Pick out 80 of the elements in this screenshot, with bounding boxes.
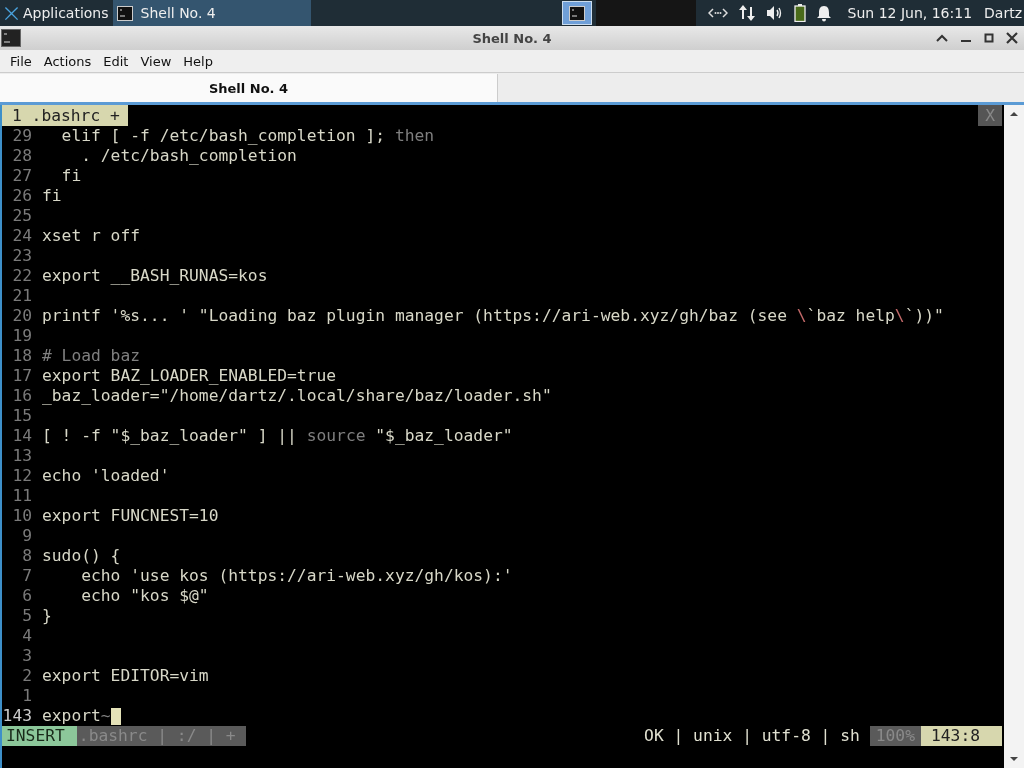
code-line: export~ [42, 706, 111, 726]
close-icon[interactable] [1006, 32, 1018, 44]
line-number: 21 [11, 286, 32, 306]
code-line: echo 'use kos (https://ari-web.xyz/gh/kos):' [80, 566, 513, 586]
cursor-position: 143:8 [921, 726, 1002, 746]
line-number: 11 [11, 486, 32, 506]
line-number: 16 [11, 386, 32, 406]
terminal-icon [1, 29, 21, 47]
line-number: 5 [21, 606, 32, 626]
file-info: OK | unix | utf-8 | sh [644, 726, 861, 746]
scrollbar[interactable] [1004, 105, 1024, 768]
line-number: 7 [21, 566, 32, 586]
line-number: 4 [21, 626, 32, 646]
taskbar-task[interactable]: Shell No. 4 [112, 0, 311, 26]
line-number: 19 [11, 326, 32, 346]
line-number: 27 [11, 166, 32, 186]
scroll-down-icon[interactable] [1009, 756, 1019, 762]
applications-menu[interactable]: Applications [0, 0, 113, 26]
menu-item[interactable]: Edit [97, 53, 135, 69]
maximize-icon[interactable] [984, 33, 994, 43]
code-line: printf '%s... ' "Loading baz plugin manager (https://ari-web.xyz/gh/baz (see \`baz help\`))" [42, 306, 944, 326]
line-number: 13 [11, 446, 32, 466]
terminal-icon [116, 5, 133, 21]
menu-item[interactable]: Actions [37, 53, 98, 69]
line-number: 24 [11, 226, 32, 246]
code-line: # Load baz [42, 346, 141, 366]
line-number: 143 [2, 706, 32, 726]
line-number: 9 [21, 526, 32, 546]
line-number: 6 [21, 586, 32, 606]
line-number: 23 [11, 246, 32, 266]
line-number: 2 [21, 666, 32, 686]
shade-icon[interactable] [936, 33, 948, 43]
code-line: . /etc/bash_completion [80, 146, 297, 166]
code-line: elif [ -f /etc/bash_completion ]; then [60, 126, 435, 146]
line-number: 26 [11, 186, 32, 206]
menu-item[interactable]: File [4, 53, 38, 69]
scroll-up-icon[interactable] [1009, 111, 1019, 117]
code-line: fi [60, 166, 82, 186]
network-icon[interactable] [707, 7, 728, 19]
terminal-tab[interactable]: Shell No. 4 [0, 74, 498, 102]
code-line: _baz_loader="/home/dartz/.local/share/baz/loader.sh" [42, 386, 552, 406]
volume-icon[interactable] [765, 5, 784, 21]
code-line: export BAZ_LOADER_ENABLED=true [42, 366, 337, 386]
line-number: 25 [11, 206, 32, 226]
buffer-tab[interactable]: 1 .bashrc + [2, 105, 128, 126]
code-line: xset r off [42, 226, 141, 246]
menu-item[interactable]: Help [177, 53, 219, 69]
menu-item[interactable]: View [134, 53, 178, 69]
line-number: 3 [21, 646, 32, 666]
code-line: export __BASH_RUNAS=kos [42, 266, 268, 286]
line-number: 1 [21, 686, 32, 706]
clock[interactable]: Sun 12 Jun, 16:11 [847, 5, 973, 21]
line-number: 14 [11, 426, 32, 446]
line-number: 22 [11, 266, 32, 286]
code-line: sudo() { [42, 546, 121, 566]
workspace-button[interactable] [561, 1, 592, 25]
up-down-arrows-icon[interactable] [737, 4, 756, 22]
line-number: 15 [11, 406, 32, 426]
bell-icon[interactable] [815, 4, 832, 22]
line-number: 20 [11, 306, 32, 326]
code-line: export EDITOR=vim [42, 666, 209, 686]
line-number: 28 [11, 146, 32, 166]
mode-indicator: INSERT [2, 726, 77, 746]
x-logo-icon [4, 5, 19, 21]
battery-icon[interactable] [793, 4, 806, 22]
line-number: 18 [11, 346, 32, 366]
line-number: 10 [11, 506, 32, 526]
code-line: echo 'loaded' [42, 466, 170, 486]
code-line: } [42, 606, 52, 626]
code-line: echo "kos $@" [80, 586, 209, 606]
code-line: [ ! -f "$_baz_loader" ] || source "$_baz_loader" [42, 426, 513, 446]
code-line: export FUNCNEST=10 [42, 506, 219, 526]
code-line: fi [42, 186, 62, 206]
line-number: 8 [21, 546, 32, 566]
window-title: Shell No. 4 [472, 30, 552, 46]
terminal-icon [568, 5, 585, 21]
line-number: 12 [11, 466, 32, 486]
user-name[interactable]: Dartz [984, 5, 1022, 21]
line-number: 17 [11, 366, 32, 386]
line-number: 29 [11, 126, 32, 146]
